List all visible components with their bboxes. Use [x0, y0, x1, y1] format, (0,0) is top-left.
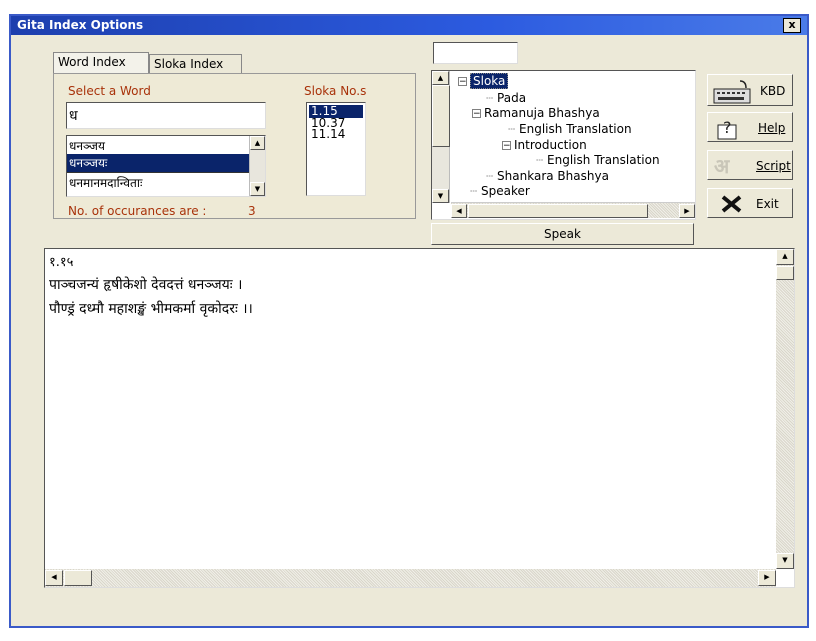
collapse-icon[interactable]: − [458, 77, 467, 87]
tree-item-ramanuja-bhashya[interactable]: − Ramanuja Bhashya [472, 106, 600, 120]
word-list-scrollbar[interactable]: ▲ ▼ [249, 136, 265, 196]
scroll-thumb[interactable] [432, 85, 450, 147]
tab-word-index[interactable]: Word Index [53, 52, 149, 75]
tab-sloka-index[interactable]: Sloka Index [149, 54, 242, 75]
collapse-icon[interactable]: − [472, 109, 481, 119]
tree-item-english-translation[interactable]: ┄ English Translation [508, 122, 632, 136]
kbd-label: KBD [760, 84, 786, 98]
text-hscrollbar[interactable]: ◀ ▶ [45, 569, 776, 587]
scroll-down-icon[interactable]: ▼ [250, 182, 265, 196]
script-icon: अ [714, 154, 730, 178]
sloka-nos-label: Sloka No.s [304, 84, 367, 98]
word-list-item-selected[interactable]: धनञ्जयः [67, 154, 265, 172]
select-word-label: Select a Word [68, 84, 151, 98]
scroll-left-icon[interactable]: ◀ [45, 570, 63, 586]
window-title: Gita Index Options [17, 18, 144, 32]
scroll-up-icon[interactable]: ▲ [776, 249, 794, 265]
exit-button[interactable]: Exit [707, 188, 793, 218]
tree-item-introduction[interactable]: − Introduction [502, 138, 587, 152]
scroll-down-icon[interactable]: ▼ [432, 189, 449, 203]
tree-vscrollbar[interactable]: ▲ ▼ [432, 71, 450, 203]
occurrences-count: 3 [248, 204, 256, 218]
help-button[interactable]: ? Help [707, 112, 793, 142]
help-icon: ? [717, 118, 737, 140]
tree-item-english-translation-2[interactable]: ┄ English Translation [536, 153, 660, 167]
scroll-right-icon[interactable]: ▶ [758, 570, 776, 586]
tree-item-shankara-bhashya[interactable]: ┄ Shankara Bhashya [486, 169, 609, 183]
sloka-line-2: पौण्ड्रं दध्मौ महाशङ्खं भीमकर्मा वृकोदरः… [49, 301, 253, 317]
scroll-right-icon[interactable]: ▶ [679, 204, 695, 218]
tree-item-sloka[interactable]: − Sloka [458, 73, 509, 89]
tree-item-pada[interactable]: ┄ Pada [486, 91, 526, 105]
sloka-number-item[interactable]: 11.14 [307, 128, 365, 140]
scroll-down-icon[interactable]: ▼ [776, 553, 794, 569]
occurrences-label: No. of occurances are : [68, 204, 207, 218]
script-label: Script [756, 159, 791, 173]
help-label: Help [758, 121, 786, 135]
tree-hscrollbar[interactable]: ◀ ▶ [451, 202, 695, 218]
word-list[interactable]: धनञ्जय धनञ्जयः धनमानमदान्विताः ▲ ▼ [66, 135, 266, 197]
word-index-panel: Select a Word Sloka No.s ध धनञ्जय धनञ्जय… [53, 73, 416, 219]
scroll-up-icon[interactable]: ▲ [432, 71, 449, 85]
gita-index-window: Gita Index Options x Word Index Sloka In… [9, 14, 809, 628]
word-input[interactable]: ध [66, 102, 266, 129]
svg-text:?: ? [723, 118, 732, 137]
scroll-up-icon[interactable]: ▲ [250, 136, 265, 150]
keyboard-icon [713, 80, 751, 104]
top-input[interactable] [433, 42, 518, 64]
close-button[interactable]: x [783, 18, 801, 33]
scroll-thumb[interactable] [64, 570, 92, 586]
svg-text:अ: अ [714, 154, 730, 178]
collapse-icon[interactable]: − [502, 141, 511, 151]
sloka-number-text: १.१५ [49, 255, 74, 270]
script-button[interactable]: अ Script [707, 150, 793, 180]
title-bar: Gita Index Options x [11, 16, 807, 35]
scroll-thumb[interactable] [468, 204, 648, 218]
text-vscrollbar[interactable]: ▲ ▼ [776, 249, 794, 569]
word-list-item[interactable]: धनञ्जय [67, 138, 265, 154]
sloka-line-1: पाञ्चजन्यं हृषीकेशो देवदत्तं धनञ्जयः । [49, 277, 243, 293]
exit-icon [721, 195, 742, 213]
scroll-left-icon[interactable]: ◀ [451, 204, 467, 218]
scroll-thumb[interactable] [776, 266, 794, 280]
exit-label: Exit [756, 197, 779, 211]
sloka-number-list[interactable]: 1.15 10.37 11.14 [306, 102, 366, 196]
word-list-item[interactable]: धनमानमदान्विताः [67, 172, 265, 193]
sloka-text-area[interactable]: १.१५ पाञ्चजन्यं हृषीकेशो देवदत्तं धनञ्जय… [44, 248, 795, 588]
kbd-button[interactable]: KBD [707, 74, 793, 106]
tree-view[interactable]: ▲ ▼ − Sloka ┄ Pada − Ramanuja Bhashya ┄ En… [431, 70, 696, 220]
speak-button[interactable]: Speak [431, 223, 694, 245]
tree-item-speaker[interactable]: ┄ Speaker [470, 184, 530, 198]
